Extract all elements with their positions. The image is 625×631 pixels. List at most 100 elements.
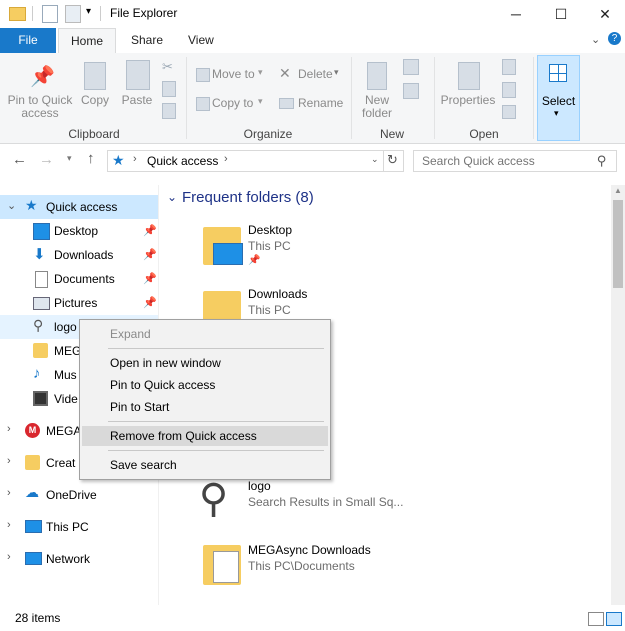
paste-shortcut-icon[interactable] [162,103,176,119]
nav-label: Pictures [54,296,98,310]
organize-group-label: Organize [243,127,293,141]
status-bar: 28 items [0,607,625,631]
cut-icon[interactable]: ✂ [162,59,173,75]
rename-label: Rename [298,96,344,110]
delete-button[interactable]: ✕ Delete ▾ [279,65,343,85]
nav-this-pc[interactable]: › This PC [0,515,158,539]
move-to-dropdown-icon: ▾ [258,67,263,77]
tab-file[interactable]: File [0,28,56,53]
scrollbar-thumb[interactable] [613,200,623,288]
copy-to-button[interactable]: Copy to ▾ [196,96,268,114]
back-arrow-icon[interactable]: ← [12,151,27,168]
nav-desktop[interactable]: Desktop 📌 [0,219,158,243]
breadcrumb[interactable]: Quick access [147,154,218,168]
ribbon-separator [434,57,435,139]
pin-to-quick-access-button[interactable]: 📌 Pin to Quick access [4,58,76,122]
close-button[interactable]: ✕ [582,0,625,28]
list-item[interactable]: MEGAsync Downloads This PC\Documents [199,541,459,593]
title-separator [32,6,33,21]
expand-chevron-icon[interactable]: › [7,551,11,563]
nav-onedrive[interactable]: › ☁ OneDrive [0,483,158,507]
copy-to-label: Copy to [212,96,254,110]
details-view-icon[interactable] [588,612,604,626]
move-to-label: Move to [212,67,255,81]
nav-documents[interactable]: Documents 📌 [0,267,158,291]
context-menu: Expand Open in new window Pin to Quick a… [79,319,331,480]
download-arrow-icon: ⬇ [33,246,46,263]
move-to-button[interactable]: Move to ▾ [196,67,268,85]
edit-icon[interactable] [502,82,516,98]
recent-locations-icon[interactable]: ▾ [67,153,72,164]
pin-icon[interactable]: 📌 [143,272,157,285]
search-input[interactable] [422,154,597,168]
paste-button[interactable]: Paste [118,58,156,108]
expand-chevron-icon[interactable]: › [7,455,11,467]
rename-button[interactable]: Rename [279,96,343,114]
copy-path-icon[interactable] [162,81,176,97]
collapse-group-icon[interactable]: ⌄ [167,190,177,204]
menu-item-pin-quick-access[interactable]: Pin to Quick access [82,375,328,395]
history-icon[interactable] [502,105,516,119]
menu-item-expand[interactable]: Expand [82,324,328,344]
pin-icon[interactable]: 📌 [143,296,157,309]
properties-button[interactable]: Properties [438,58,498,122]
help-icon[interactable]: ? [608,32,621,45]
move-to-icon [196,68,210,82]
expand-chevron-icon[interactable]: › [7,487,11,499]
scroll-up-icon[interactable]: ▲ [614,186,622,195]
new-folder-quick-icon[interactable] [65,5,81,23]
maximize-button[interactable]: ☐ [538,0,584,28]
up-arrow-icon[interactable]: ↑ [87,150,95,167]
menu-item-remove-quick-access[interactable]: Remove from Quick access [82,426,328,446]
nav-label: Downloads [54,248,114,262]
pin-icon[interactable]: 📌 [143,224,157,237]
open-icon[interactable] [502,59,516,75]
nav-network[interactable]: › Network [0,547,158,571]
nav-pictures[interactable]: Pictures 📌 [0,291,158,315]
breadcrumb-chevron-icon[interactable]: › [224,153,228,165]
new-folder-button[interactable]: New folder [356,58,398,122]
new-folder-icon [367,62,387,90]
folder-icon [33,343,48,358]
forward-arrow-icon[interactable]: → [39,151,54,168]
nav-quick-access[interactable]: ⌄ ★ Quick access [0,195,158,219]
customize-toolbar-icon[interactable]: ▾ [86,6,91,17]
expand-chevron-icon[interactable]: › [7,423,11,435]
collapse-ribbon-icon[interactable]: ⌄ [591,33,600,46]
menu-item-save-search[interactable]: Save search [82,455,328,475]
creative-cloud-icon [25,455,40,470]
copy-button[interactable]: Copy [78,58,112,108]
menu-item-open-new-window[interactable]: Open in new window [82,353,328,373]
easy-access-icon[interactable] [403,83,419,99]
nav-label: This PC [46,520,89,534]
tab-home[interactable]: Home [58,28,117,54]
menu-label: Remove from Quick access [110,429,257,443]
select-button[interactable]: Select ▾ [537,55,580,141]
menu-item-pin-start[interactable]: Pin to Start [82,397,328,417]
refresh-button[interactable]: ↻ [383,150,404,172]
list-item[interactable]: Desktop This PC 📌 [199,221,449,273]
refresh-icon: ↻ [387,152,398,167]
copy-icon [84,62,106,90]
frequent-folders-header[interactable]: Frequent folders (8) [182,189,314,206]
computer-icon [25,520,42,533]
minimize-button[interactable]: ─ [493,0,539,28]
list-item[interactable]: ⚲ logo Search Results in Small Sq... [199,477,459,529]
item-name: Desktop [248,223,293,237]
properties-quick-icon[interactable] [42,5,58,23]
address-bar[interactable]: ★ › Quick access › ⌄ [107,150,384,172]
title-separator-2 [100,6,101,21]
tab-view[interactable]: View [176,28,226,53]
expand-chevron-icon[interactable]: ⌄ [7,199,16,212]
clipboard-icon [126,60,150,90]
address-dropdown-icon[interactable]: ⌄ [371,154,379,165]
large-icons-view-icon[interactable] [606,612,622,626]
search-box[interactable]: ⚲ [413,150,617,172]
mega-icon: M [25,423,40,438]
pin-icon[interactable]: 📌 [143,248,157,261]
nav-downloads[interactable]: ⬇ Downloads 📌 [0,243,158,267]
tab-share[interactable]: Share [119,28,175,53]
expand-chevron-icon[interactable]: › [7,519,11,531]
search-icon[interactable]: ⚲ [597,153,607,169]
new-item-icon[interactable] [403,59,419,75]
